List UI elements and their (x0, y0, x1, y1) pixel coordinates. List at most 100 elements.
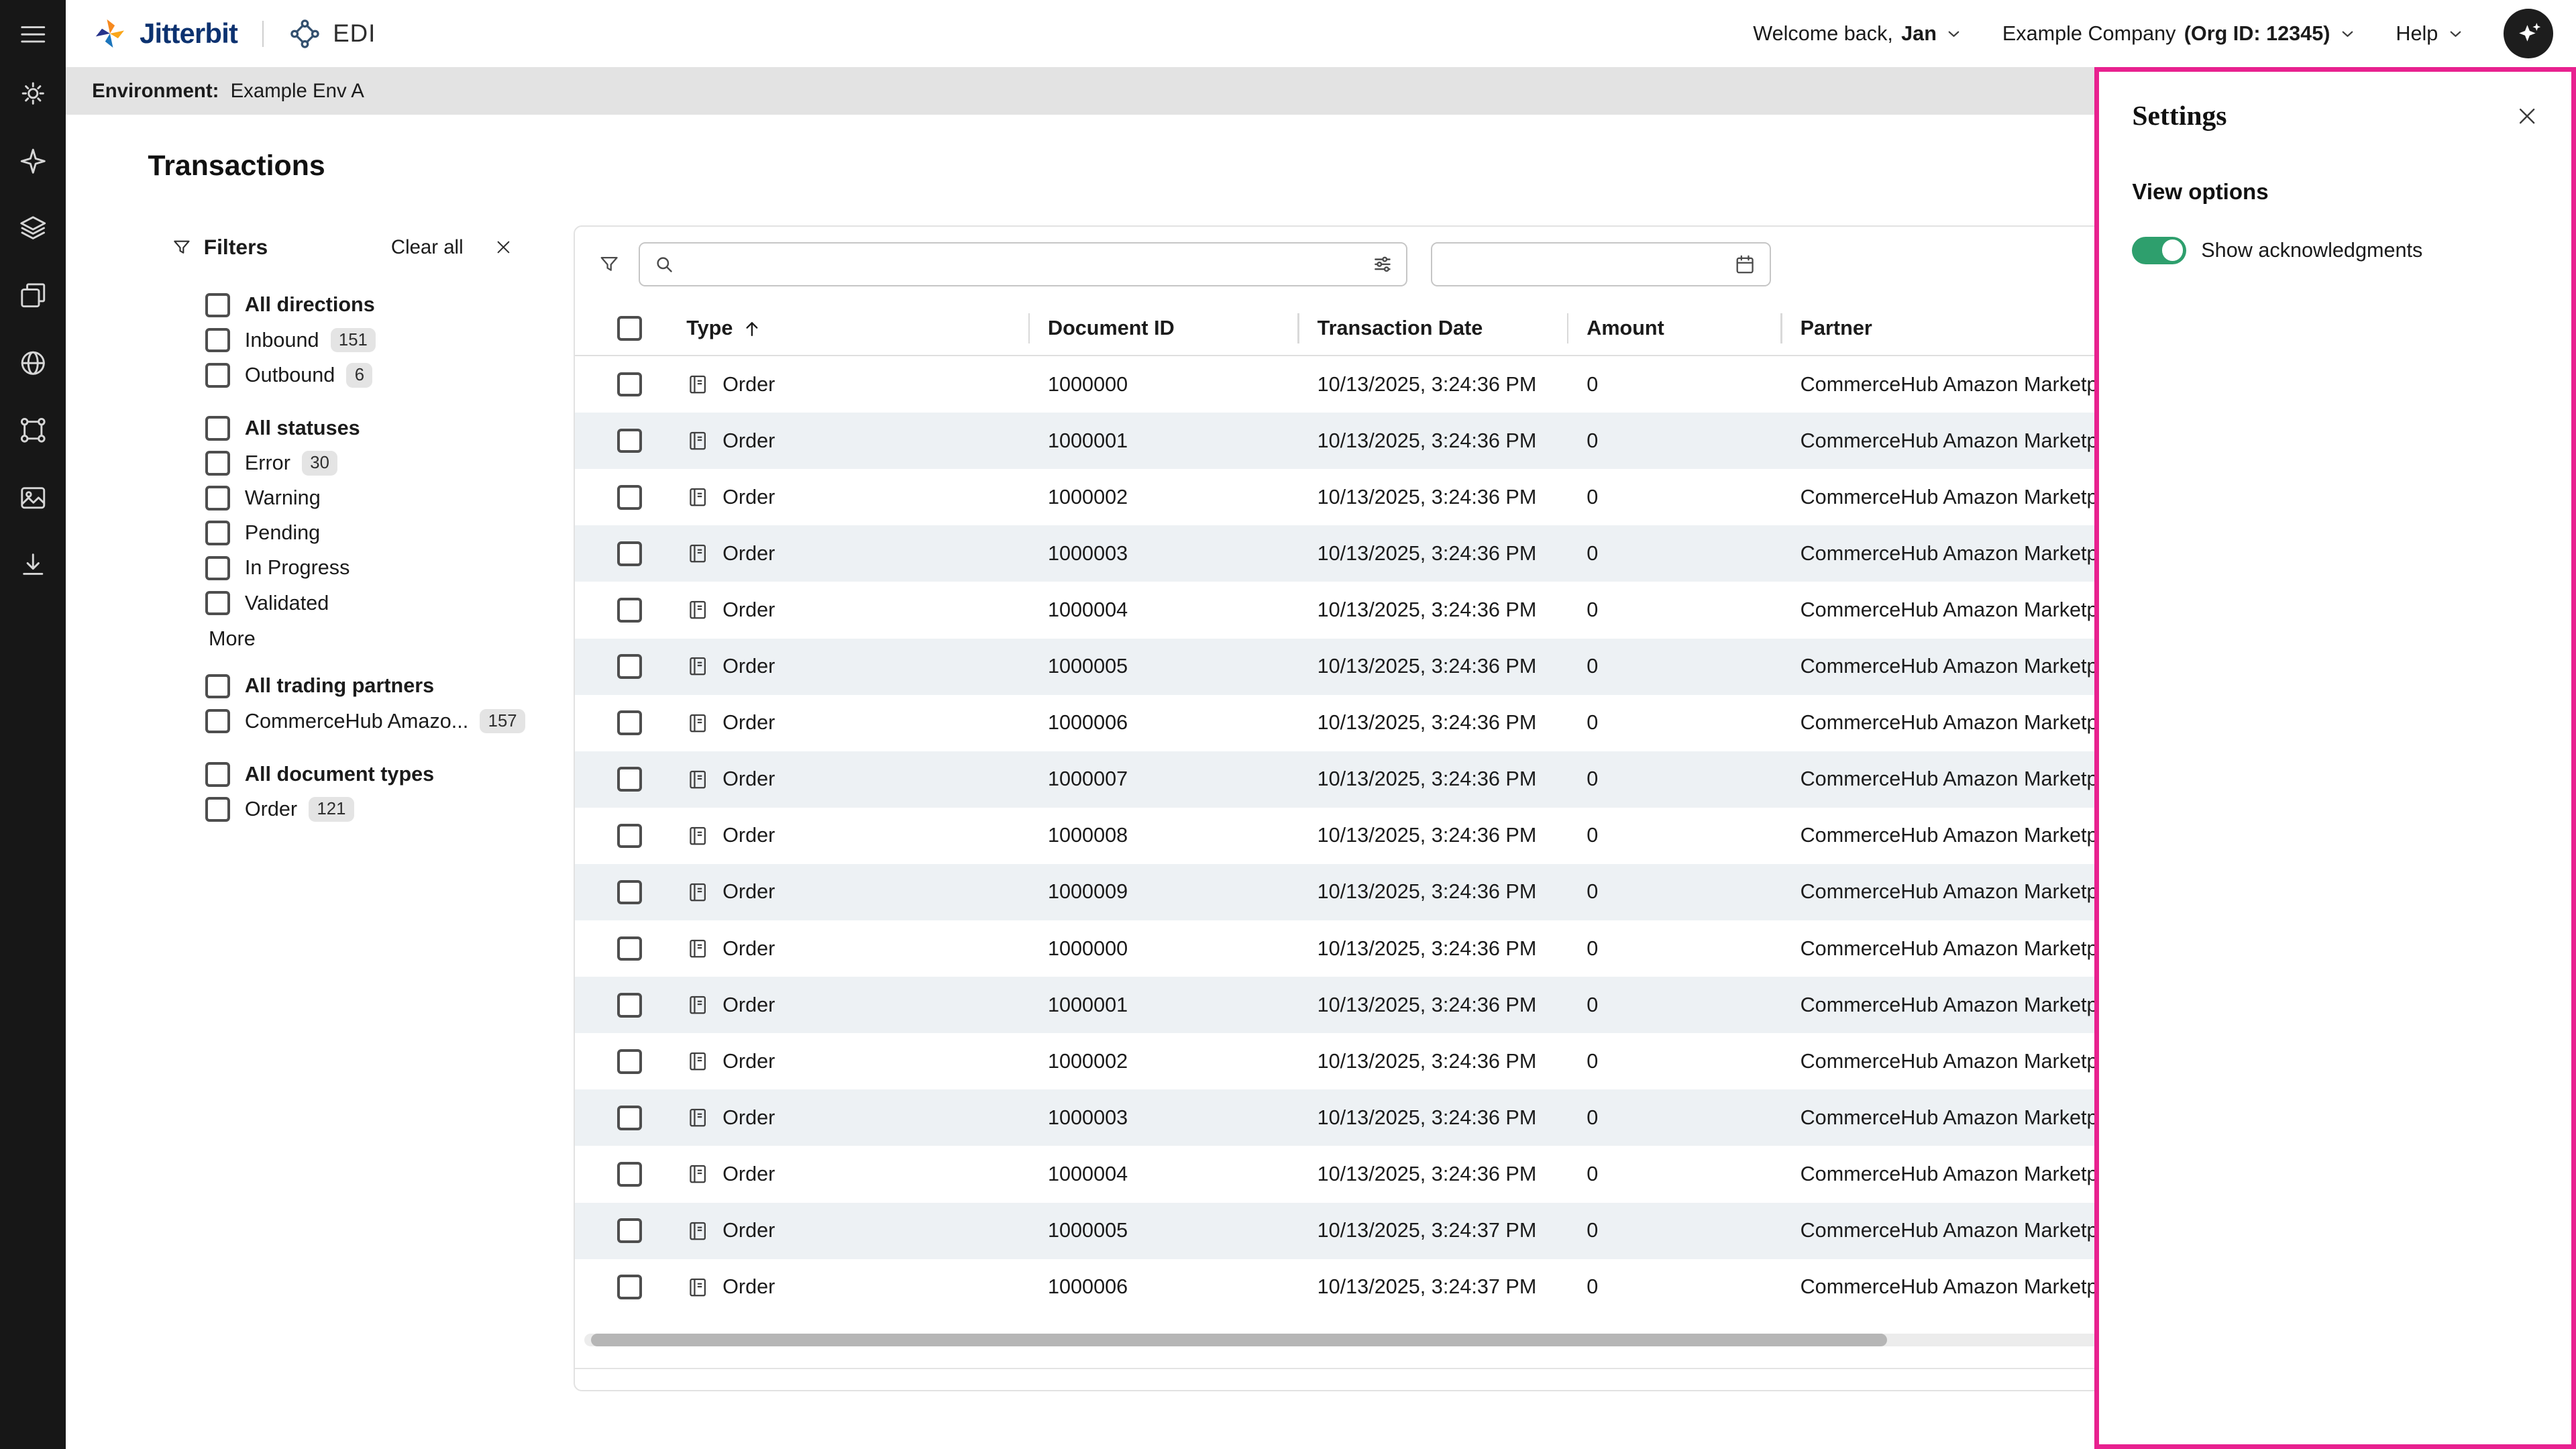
row-checkbox[interactable] (617, 485, 642, 510)
row-checkbox[interactable] (617, 1275, 642, 1299)
filter-item-order[interactable]: Order121 (205, 792, 513, 826)
filter-item-in-progress[interactable]: In Progress (205, 551, 513, 586)
table-row[interactable]: Order100000010/13/2025, 3:24:36 PM0Comme… (575, 356, 2235, 413)
table-row[interactable]: Order100000810/13/2025, 3:24:36 PM0Comme… (575, 808, 2235, 864)
search-input[interactable] (684, 252, 1362, 276)
checkbox[interactable] (205, 521, 230, 545)
date-input[interactable] (1445, 252, 1733, 276)
jitterbit-logo[interactable]: Jitterbit (92, 15, 237, 52)
row-checkbox[interactable] (617, 654, 642, 679)
filter-item-validated[interactable]: Validated (205, 586, 513, 621)
table-row[interactable]: Order100000310/13/2025, 3:24:36 PM0Comme… (575, 1089, 2235, 1146)
cell-document-id: 1000006 (1028, 695, 1298, 751)
media-image-icon[interactable] (13, 478, 53, 518)
sparkle-star-icon[interactable] (13, 142, 53, 181)
filter-item-inbound[interactable]: Inbound151 (205, 323, 513, 358)
show-acknowledgments-toggle[interactable] (2132, 237, 2186, 265)
column-header-amount[interactable]: Amount (1567, 302, 1780, 355)
row-checkbox[interactable] (617, 880, 642, 905)
checkbox[interactable] (205, 762, 230, 787)
more-link[interactable]: More (209, 627, 513, 651)
tune-sliders-icon[interactable] (1372, 254, 1393, 275)
column-header-transaction-date[interactable]: Transaction Date (1297, 302, 1567, 355)
row-checkbox[interactable] (617, 824, 642, 849)
checkbox[interactable] (205, 674, 230, 699)
table-row[interactable]: Order100000710/13/2025, 3:24:36 PM0Comme… (575, 751, 2235, 808)
table-row[interactable]: Order100000410/13/2025, 3:24:36 PM0Comme… (575, 582, 2235, 638)
table-row[interactable]: Order100000210/13/2025, 3:24:36 PM0Comme… (575, 469, 2235, 525)
table-row[interactable]: Order100000210/13/2025, 3:24:36 PM0Comme… (575, 1033, 2235, 1089)
org-menu[interactable]: Example Company (Org ID: 12345) (2002, 22, 2357, 46)
column-header-type[interactable]: Type (667, 302, 1028, 355)
filter-item-all-directions[interactable]: All directions (205, 288, 513, 323)
ai-assistant-button[interactable] (2504, 9, 2553, 58)
filter-item-outbound[interactable]: Outbound6 (205, 358, 513, 392)
user-menu[interactable]: Welcome back, Jan (1753, 22, 1963, 46)
row-checkbox[interactable] (617, 1049, 642, 1074)
row-checkbox[interactable] (617, 993, 642, 1018)
filter-item-commercehub-amazo[interactable]: CommerceHub Amazo...157 (205, 704, 513, 739)
table-row[interactable]: Order100000510/13/2025, 3:24:36 PM0Comme… (575, 639, 2235, 695)
help-menu[interactable]: Help (2396, 22, 2464, 46)
network-nodes-icon[interactable] (13, 411, 53, 450)
globe-icon[interactable] (13, 343, 53, 383)
edi-logo[interactable]: EDI (288, 17, 376, 50)
table-row[interactable]: Order100000110/13/2025, 3:24:36 PM0Comme… (575, 977, 2235, 1033)
layers-icon[interactable] (13, 209, 53, 248)
left-sidebar (0, 0, 66, 1449)
close-icon[interactable] (2516, 105, 2538, 127)
checkbox[interactable] (205, 591, 230, 616)
table-row[interactable]: Order100000510/13/2025, 3:24:37 PM0Comme… (575, 1203, 2235, 1259)
filter-item-warning[interactable]: Warning (205, 481, 513, 516)
row-checkbox[interactable] (617, 710, 642, 735)
checkbox[interactable] (205, 556, 230, 581)
filter-item-pending[interactable]: Pending (205, 516, 513, 551)
row-checkbox[interactable] (617, 372, 642, 397)
close-icon[interactable] (494, 238, 513, 256)
gear-icon[interactable] (13, 74, 53, 113)
select-all-checkbox[interactable] (617, 316, 642, 341)
horizontal-scrollbar-thumb[interactable] (591, 1334, 1887, 1347)
horizontal-scrollbar-track[interactable] (584, 1334, 2224, 1347)
copy-windows-icon[interactable] (13, 276, 53, 315)
row-checkbox[interactable] (617, 598, 642, 623)
cell-type: Order (667, 1203, 1028, 1259)
date-range-box (1431, 242, 1771, 286)
funnel-icon[interactable] (598, 253, 621, 276)
menu-icon[interactable] (13, 15, 53, 54)
filter-item-error[interactable]: Error30 (205, 445, 513, 480)
checkbox[interactable] (205, 363, 230, 388)
table-row[interactable]: Order100000610/13/2025, 3:24:36 PM0Comme… (575, 695, 2235, 751)
row-checkbox[interactable] (617, 541, 642, 566)
checkbox[interactable] (205, 328, 230, 353)
row-checkbox-cell (575, 639, 667, 695)
filter-item-all-statuses[interactable]: All statuses (205, 411, 513, 445)
download-icon[interactable] (13, 545, 53, 585)
filter-item-all-trading-partners[interactable]: All trading partners (205, 669, 513, 704)
table-row[interactable]: Order100000910/13/2025, 3:24:36 PM0Comme… (575, 864, 2235, 920)
table-row[interactable]: Order100000410/13/2025, 3:24:36 PM0Comme… (575, 1146, 2235, 1202)
checkbox[interactable] (205, 416, 230, 441)
table-row[interactable]: Order100000010/13/2025, 3:24:36 PM0Comme… (575, 920, 2235, 977)
checkbox[interactable] (205, 451, 230, 476)
calendar-icon[interactable] (1733, 253, 1756, 276)
checkbox[interactable] (205, 293, 230, 318)
table-row[interactable]: Order100000310/13/2025, 3:24:36 PM0Comme… (575, 525, 2235, 582)
cell-document-id: 1000008 (1028, 808, 1298, 864)
cell-amount: 0 (1567, 1146, 1780, 1202)
row-checkbox[interactable] (617, 429, 642, 453)
checkbox[interactable] (205, 486, 230, 511)
table-row[interactable]: Order100000610/13/2025, 3:24:37 PM0Comme… (575, 1259, 2235, 1316)
checkbox[interactable] (205, 797, 230, 822)
row-checkbox[interactable] (617, 1218, 642, 1243)
count-badge: 157 (480, 709, 525, 734)
row-checkbox[interactable] (617, 936, 642, 961)
filter-item-all-document-types[interactable]: All document types (205, 757, 513, 792)
row-checkbox[interactable] (617, 1106, 642, 1130)
row-checkbox[interactable] (617, 1162, 642, 1187)
checkbox[interactable] (205, 709, 230, 734)
table-row[interactable]: Order100000110/13/2025, 3:24:36 PM0Comme… (575, 413, 2235, 469)
clear-all-link[interactable]: Clear all (391, 236, 464, 259)
column-header-document-id[interactable]: Document ID (1028, 302, 1298, 355)
row-checkbox[interactable] (617, 767, 642, 792)
